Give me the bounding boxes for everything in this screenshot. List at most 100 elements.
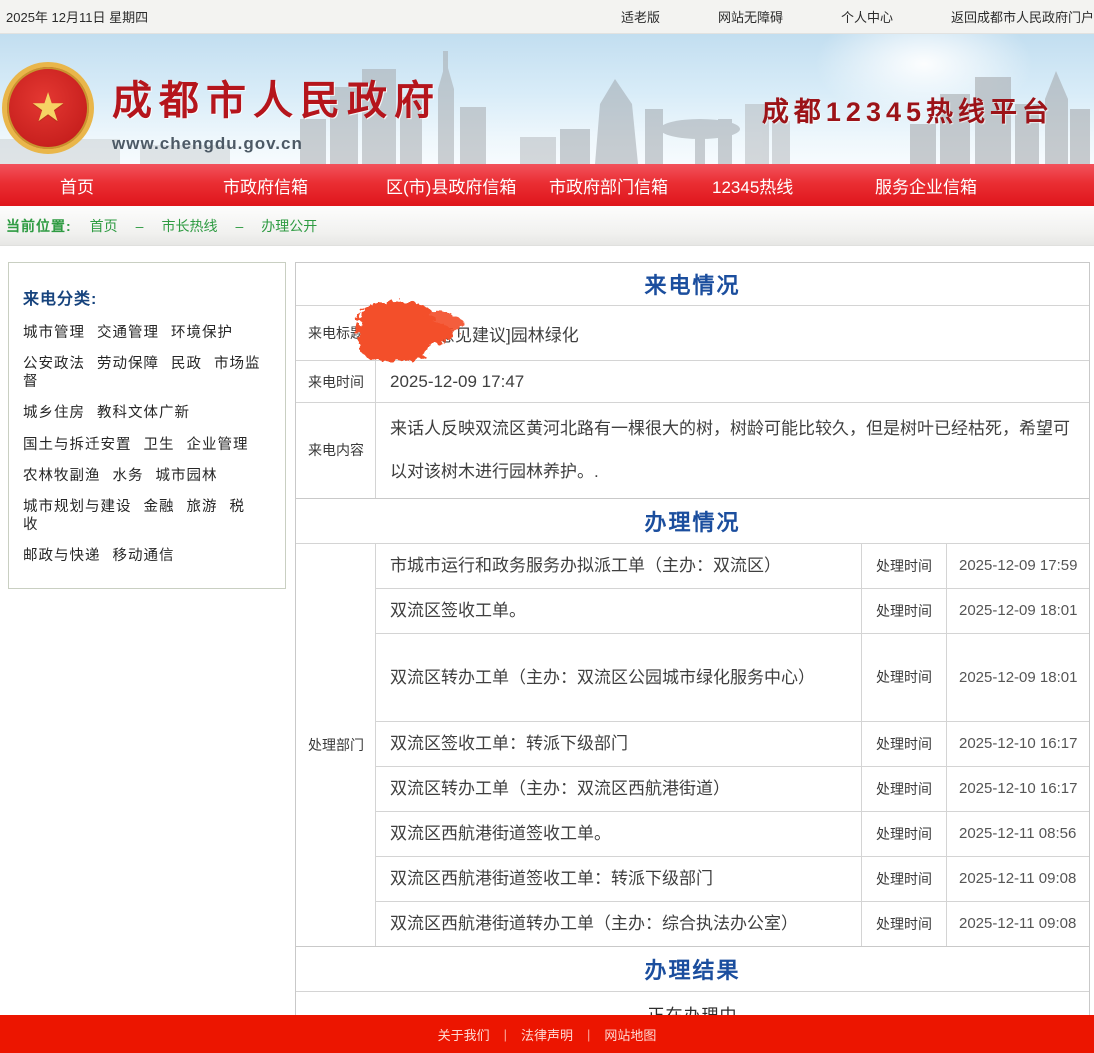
call-title-row: 来电标题 意见建议]园林绿化 xyxy=(296,305,1089,360)
category-link[interactable]: 民政 xyxy=(171,356,202,372)
call-content-value: 来话人反映双流区黄河北路有一棵很大的树，树龄可能比较久，但是树叶已经枯死，希望可… xyxy=(376,403,1089,498)
category-line: 国土与拆迁安置卫生企业管理 xyxy=(23,437,271,454)
category-link[interactable]: 公安政法 xyxy=(23,356,85,372)
category-line: 邮政与快递移动通信 xyxy=(23,548,271,565)
nav-item-home[interactable]: 首页 xyxy=(60,173,223,198)
call-title-value: 意见建议]园林绿化 xyxy=(376,306,1089,360)
category-link[interactable]: 国土与拆迁安置 xyxy=(23,437,132,453)
footer-about-us[interactable]: 关于我们 xyxy=(438,1025,490,1044)
current-date: 2025年 12月11日 星期四 xyxy=(6,7,148,26)
ticket-detail-table: 来电情况 来电标题 意见建议]园林绿化 xyxy=(295,262,1090,1037)
process-row: 双流区转办工单（主办：双流区公园城市绿化服务中心） 处理时间 2025-12-0… xyxy=(376,633,1089,721)
breadcrumb-label: 当前位置: xyxy=(6,216,72,236)
process-row: 双流区西航港街道转办工单（主办：综合执法办公室） 处理时间 2025-12-11… xyxy=(376,901,1089,946)
link-back-to-portal[interactable]: 返回成都市人民政府门户 xyxy=(951,7,1094,26)
category-link[interactable]: 教科文体广新 xyxy=(97,405,190,421)
process-time: 2025-12-09 18:01 xyxy=(947,589,1089,633)
category-link[interactable]: 移动通信 xyxy=(113,548,175,564)
site-name: 成都市人民政府 xyxy=(112,68,441,126)
breadcrumb-separator: – xyxy=(136,218,144,234)
footer-sitemap[interactable]: 网站地图 xyxy=(604,1025,656,1044)
process-row: 双流区签收工单：转派下级部门 处理时间 2025-12-10 16:17 xyxy=(376,721,1089,766)
category-link[interactable]: 旅游 xyxy=(187,499,218,515)
process-time-label: 处理时间 xyxy=(861,544,947,588)
category-link[interactable]: 交通管理 xyxy=(97,325,159,341)
nav-item-city-gov-mailbox[interactable]: 市政府信箱 xyxy=(223,173,386,198)
category-line: 城市管理交通管理环境保护 xyxy=(23,325,271,342)
process-text: 双流区转办工单（主办：双流区公园城市绿化服务中心） xyxy=(376,634,861,721)
site-banner: ★ 成都市人民政府 www.chengdu.gov.cn 成都12345热线平台 xyxy=(0,34,1094,164)
process-text: 市城市运行和政务服务办拟派工单（主办：双流区） xyxy=(376,544,861,588)
category-link[interactable]: 环境保护 xyxy=(171,325,233,341)
category-link[interactable]: 卫生 xyxy=(144,437,175,453)
footer-separator: | xyxy=(504,1027,507,1042)
call-category-sidebar: 来电分类: 城市管理交通管理环境保护 公安政法劳动保障民政市场监督 城乡住房教科… xyxy=(8,262,286,589)
topbar-links: 适老版 网站无障碍 个人中心 返回成都市人民政府门户 xyxy=(621,7,1094,26)
category-link[interactable]: 城乡住房 xyxy=(23,405,85,421)
call-content-row: 来电内容 来话人反映双流区黄河北路有一棵很大的树，树龄可能比较久，但是树叶已经枯… xyxy=(296,402,1089,498)
nav-item-district-gov-mailbox[interactable]: 区(市)县政府信箱 xyxy=(386,173,549,198)
call-content-label: 来电内容 xyxy=(296,403,376,498)
category-link[interactable]: 水务 xyxy=(113,468,144,484)
footer-legal-notice[interactable]: 法律声明 xyxy=(521,1025,573,1044)
platform-title: 成都12345热线平台 xyxy=(762,90,1054,129)
category-line: 农林牧副渔水务城市园林 xyxy=(23,468,271,485)
breadcrumb: 当前位置: 首页 – 市长热线 – 办理公开 xyxy=(0,206,1094,246)
nav-item-12345-hotline[interactable]: 12345热线 xyxy=(712,173,875,198)
category-link[interactable]: 城市管理 xyxy=(23,325,85,341)
call-time-row: 来电时间 2025-12-09 17:47 xyxy=(296,360,1089,402)
process-text: 双流区签收工单。 xyxy=(376,589,861,633)
process-time: 2025-12-11 09:08 xyxy=(947,857,1089,901)
category-line: 公安政法劳动保障民政市场监督 xyxy=(23,356,271,391)
category-link[interactable]: 金融 xyxy=(144,499,175,515)
process-text: 双流区签收工单：转派下级部门 xyxy=(376,722,861,766)
process-text: 双流区西航港街道签收工单。 xyxy=(376,812,861,856)
process-section: 处理部门 市城市运行和政务服务办拟派工单（主办：双流区） 处理时间 2025-1… xyxy=(296,543,1089,946)
breadcrumb-home[interactable]: 首页 xyxy=(90,216,118,236)
link-accessibility[interactable]: 网站无障碍 xyxy=(718,7,783,26)
process-time: 2025-12-09 17:59 xyxy=(947,544,1089,588)
breadcrumb-handling-public[interactable]: 办理公开 xyxy=(261,216,317,236)
process-row: 双流区西航港街道签收工单：转派下级部门 处理时间 2025-12-11 09:0… xyxy=(376,856,1089,901)
process-text: 双流区西航港街道转办工单（主办：综合执法办公室） xyxy=(376,902,861,946)
process-time: 2025-12-11 09:08 xyxy=(947,902,1089,946)
category-link[interactable]: 城市规划与建设 xyxy=(23,499,132,515)
national-emblem-icon: ★ xyxy=(2,62,94,154)
process-time-label: 处理时间 xyxy=(861,812,947,856)
link-elder-version[interactable]: 适老版 xyxy=(621,7,660,26)
category-link[interactable]: 农林牧副渔 xyxy=(23,468,101,484)
section-title-call-info: 来电情况 xyxy=(296,263,1089,305)
category-line: 城市规划与建设金融旅游税收 xyxy=(23,499,271,534)
category-link[interactable]: 城市园林 xyxy=(156,468,218,484)
sidebar-title: 来电分类: xyxy=(23,285,271,309)
site-url: www.chengdu.gov.cn xyxy=(112,134,441,154)
site-footer: 关于我们 | 法律声明 | 网站地图 xyxy=(0,1015,1094,1053)
main-nav: 首页 市政府信箱 区(市)县政府信箱 市政府部门信箱 12345热线 服务企业信… xyxy=(0,164,1094,206)
process-time: 2025-12-10 16:17 xyxy=(947,722,1089,766)
section-title-result: 办理结果 xyxy=(296,946,1089,991)
process-rows: 市城市运行和政务服务办拟派工单（主办：双流区） 处理时间 2025-12-09 … xyxy=(376,544,1089,946)
category-link[interactable]: 企业管理 xyxy=(187,437,249,453)
top-utility-bar: 2025年 12月11日 星期四 适老版 网站无障碍 个人中心 返回成都市人民政… xyxy=(0,0,1094,34)
process-row: 市城市运行和政务服务办拟派工单（主办：双流区） 处理时间 2025-12-09 … xyxy=(376,544,1089,588)
site-identity[interactable]: 成都市人民政府 www.chengdu.gov.cn xyxy=(112,68,441,154)
category-link[interactable]: 邮政与快递 xyxy=(23,548,101,564)
process-time-label: 处理时间 xyxy=(861,857,947,901)
process-row: 双流区西航港街道签收工单。 处理时间 2025-12-11 08:56 xyxy=(376,811,1089,856)
footer-separator: | xyxy=(587,1027,590,1042)
process-dept-label: 处理部门 xyxy=(296,544,376,946)
process-time-label: 处理时间 xyxy=(861,589,947,633)
breadcrumb-mayor-hotline[interactable]: 市长热线 xyxy=(161,216,217,236)
category-line: 城乡住房教科文体广新 xyxy=(23,405,271,422)
process-time-label: 处理时间 xyxy=(861,767,947,811)
star-icon: ★ xyxy=(30,88,66,128)
category-link[interactable]: 劳动保障 xyxy=(97,356,159,372)
process-row: 双流区签收工单。 处理时间 2025-12-09 18:01 xyxy=(376,588,1089,633)
process-time-label: 处理时间 xyxy=(861,722,947,766)
process-time-label: 处理时间 xyxy=(861,634,947,721)
nav-item-enterprise-mailbox[interactable]: 服务企业信箱 xyxy=(875,173,1038,198)
section-title-process: 办理情况 xyxy=(296,498,1089,543)
link-personal-center[interactable]: 个人中心 xyxy=(841,7,893,26)
nav-item-dept-mailbox[interactable]: 市政府部门信箱 xyxy=(549,173,712,198)
page-content: 来电分类: 城市管理交通管理环境保护 公安政法劳动保障民政市场监督 城乡住房教科… xyxy=(0,246,1094,1037)
